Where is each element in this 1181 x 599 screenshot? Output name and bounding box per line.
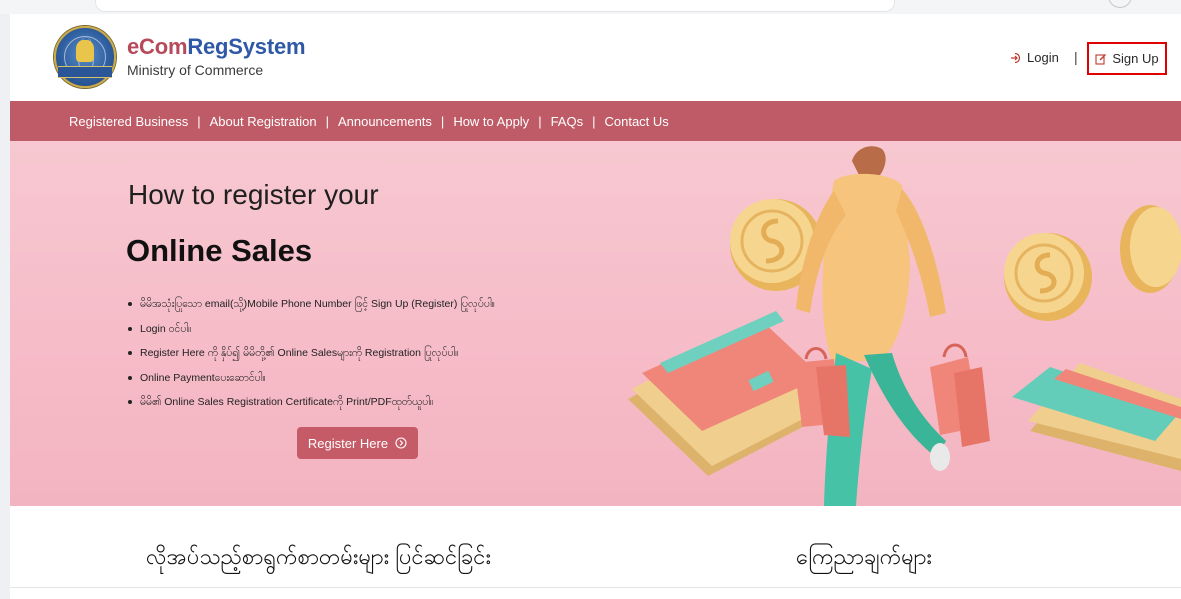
list-item: မိမိ၏ Online Sales Registration Certific… [128,397,495,422]
nav-separator: | [197,113,201,129]
brand-name-part1: eCom [127,34,188,59]
seal-band [58,66,112,78]
browser-chrome [0,0,1181,14]
divider [10,587,1181,588]
nav-item-about-registration[interactable]: About Registration [210,114,317,129]
list-item: Login ဝင်ပါ။ [128,323,495,349]
hero-illustration [628,146,1181,506]
registration-steps-list: မိမိအသုံးပြုသော email(သို့)Mobile Phone … [128,299,495,422]
brand-name[interactable]: eComRegSystem [127,34,306,60]
nav-item-announcements[interactable]: Announcements [338,114,432,129]
edit-icon [1095,53,1107,65]
ministry-seal-logo[interactable] [54,26,116,88]
login-link[interactable]: Login [1010,50,1059,65]
header-separator: | [1074,49,1078,65]
announcements-section-title: ကြေညာချက်များ [796,544,932,569]
register-here-button[interactable]: Register Here [297,427,418,459]
nav-separator: | [592,113,596,129]
main-nav: Registered Business | About Registration… [10,101,1181,141]
emblem-icon [76,40,94,62]
brand-subtitle: Ministry of Commerce [127,62,264,78]
nav-item-registered-business[interactable]: Registered Business [69,114,188,129]
hero-title: Online Sales [126,233,313,268]
signup-button[interactable]: Sign Up [1087,42,1167,75]
site-header: eComRegSystem Ministry of Commerce Login… [10,14,1181,101]
login-icon [1011,52,1021,63]
info-sections: လိုအပ်သည့်စာရွက်စာတမ်းများ ပြင်ဆင်ခြင်း … [10,506,1181,599]
list-item: Register Here ကို နှိပ်၍ မိမိတို့၏ Onlin… [128,348,495,373]
card-stack-right-illustration [1012,363,1181,471]
list-item: Online Paymentပေးဆောင်ပါ။ [128,372,495,398]
coin-right-illustration [1004,233,1092,321]
nav-item-faqs[interactable]: FAQs [551,114,584,129]
register-here-label: Register Here [307,435,389,451]
login-label: Login [1027,50,1059,65]
hero-heading: How to register your [128,179,379,210]
documents-section-title: လိုအပ်သည့်စာရွက်စာတမ်းများ ပြင်ဆင်ခြင်း [146,544,492,569]
circle-chevron-right-icon [395,437,407,449]
signup-label: Sign Up [1112,51,1159,66]
page: eComRegSystem Ministry of Commerce Login… [10,14,1181,599]
nav-separator: | [325,113,329,129]
card-stack-left-illustration [628,311,822,476]
nav-item-contact-us[interactable]: Contact Us [604,114,668,129]
hero-banner: How to register your Online Sales မိမိအသ… [10,141,1181,506]
brand-name-part2: RegSystem [187,34,306,59]
nav-separator: | [538,113,542,129]
coin-far-right-illustration [1120,205,1181,293]
browser-profile-icon[interactable] [1108,0,1132,8]
shopper-person-illustration [796,146,950,506]
browser-address-area [95,0,895,12]
list-item: မိမိအသုံးပြုသော email(သို့)Mobile Phone … [128,299,495,324]
nav-separator: | [440,113,445,129]
shopping-bag-right-illustration [930,343,990,447]
nav-item-how-to-apply[interactable]: How to Apply [453,114,529,129]
